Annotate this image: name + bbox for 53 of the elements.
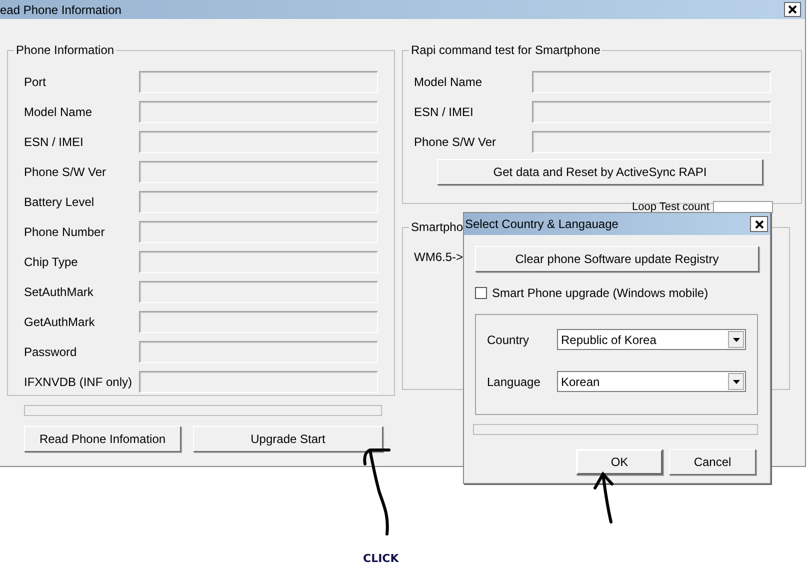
button[interactable]: Upgrade Start [193, 426, 383, 452]
field-label: Phone Number [24, 224, 105, 241]
dropdown[interactable]: Korean [557, 371, 746, 392]
field-label: Phone S/W Ver [414, 134, 496, 151]
caret-icon [728, 373, 744, 390]
text-field[interactable] [139, 311, 378, 333]
field-label: ESN / IMEI [24, 134, 84, 151]
button[interactable]: OK [576, 449, 663, 475]
close-icon[interactable] [750, 216, 768, 232]
field-label: Chip Type [24, 254, 78, 271]
field-label: Phone S/W Ver [24, 164, 106, 181]
text-field[interactable] [139, 161, 378, 183]
close-icon[interactable] [784, 2, 801, 17]
field-label: Model Name [414, 74, 482, 91]
text-field[interactable] [139, 371, 378, 393]
field-label: Battery Level [24, 194, 94, 211]
field-label: Model Name [24, 104, 92, 121]
text-field[interactable] [532, 131, 771, 153]
annotation-label: CLICK [363, 551, 399, 567]
loop-count-field[interactable] [713, 201, 774, 213]
field-label: Password [24, 344, 77, 361]
text-field[interactable] [139, 71, 378, 93]
window-title: ead Phone Information [0, 2, 122, 18]
text-field[interactable] [139, 251, 378, 273]
button[interactable]: Get data and Reset by ActiveSync RAPI [437, 159, 763, 185]
group-title: Phone Information [15, 42, 116, 59]
text-field[interactable] [139, 221, 378, 243]
text-field[interactable] [139, 191, 378, 213]
button[interactable]: Read Phone Infomation [24, 426, 181, 452]
button[interactable]: Cancel [669, 449, 756, 475]
group-title: Smartpho [410, 219, 464, 236]
text-field[interactable] [139, 101, 378, 123]
select-label: Language [487, 374, 540, 390]
text-field[interactable] [139, 131, 378, 153]
field-label: Port [24, 74, 46, 91]
field-label: GetAuthMark [24, 314, 95, 331]
text-field[interactable] [139, 281, 378, 303]
dropdown[interactable]: Republic of Korea [557, 329, 746, 350]
field-label: ESN / IMEI [414, 104, 474, 121]
text-field[interactable] [532, 71, 771, 93]
loop-test-label: Loop Test count [632, 200, 710, 214]
checkbox-label: Smart Phone upgrade (Windows mobile) [492, 285, 708, 302]
checkbox[interactable] [475, 287, 487, 299]
dialog-title: Select Country & Langauage [465, 216, 618, 233]
group-title: Rapi command test for Smartphone [410, 42, 602, 59]
button[interactable]: Clear phone Software update Registry [475, 246, 759, 272]
field-label: IFXNVDB (INF only) [24, 374, 132, 391]
select-label: Country [487, 332, 530, 348]
caret-icon [728, 331, 744, 348]
group-text: WM6.5-> [414, 249, 464, 266]
text-field[interactable] [532, 101, 771, 123]
text-field[interactable] [139, 341, 378, 363]
field-label: SetAuthMark [24, 284, 94, 301]
